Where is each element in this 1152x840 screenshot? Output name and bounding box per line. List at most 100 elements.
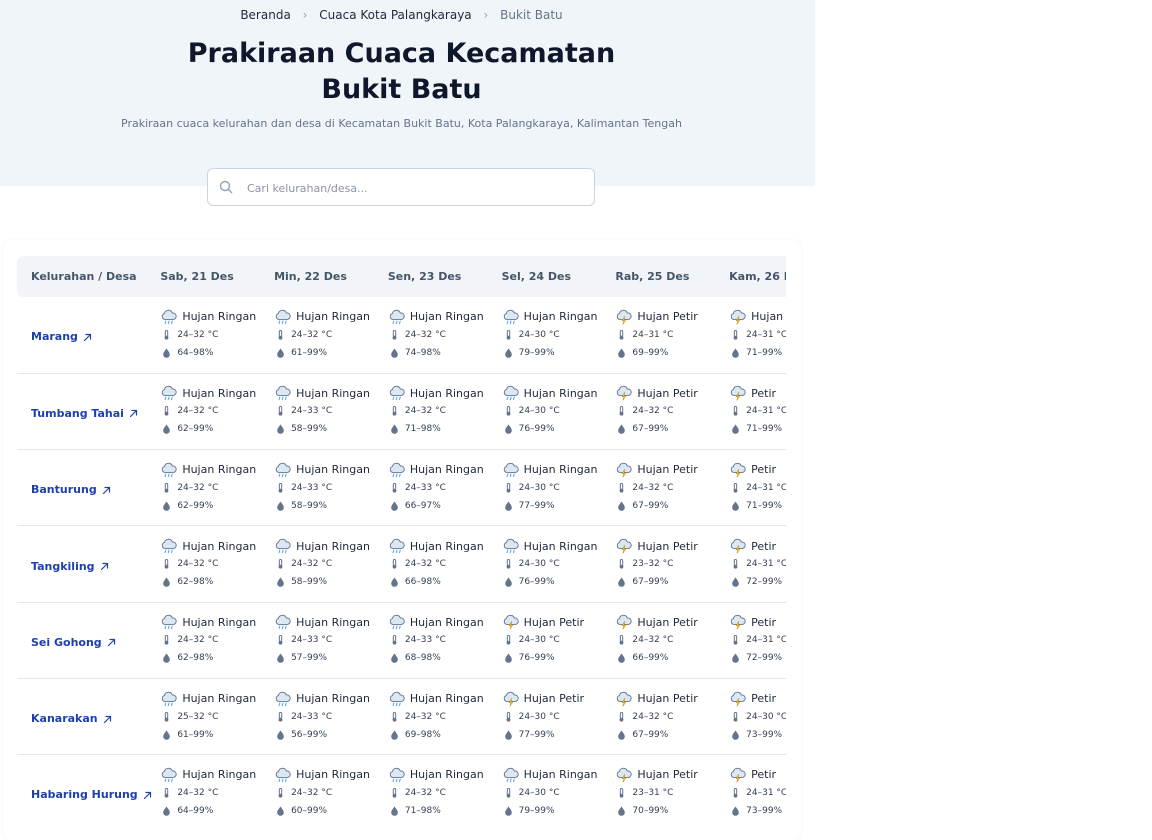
rain-cloud-icon bbox=[274, 538, 292, 554]
humidity-range: 71–98% bbox=[404, 424, 441, 435]
temperature-range: 23–32 °C bbox=[632, 559, 674, 570]
condition-label: Hujan Ringan bbox=[409, 768, 484, 782]
humidity-range: 74–98% bbox=[404, 347, 441, 358]
rain-cloud-icon bbox=[502, 767, 520, 783]
thermometer-icon bbox=[733, 329, 738, 340]
location-name: Tumbang Tahai bbox=[31, 406, 124, 420]
rain-cloud-icon bbox=[160, 691, 178, 707]
location-cell: Banturung bbox=[17, 450, 144, 526]
thermometer-icon bbox=[506, 635, 511, 645]
humidity-range: 62–99% bbox=[177, 424, 214, 435]
forecast-cell: Hujan Ringan 25–32 °C 61–99% bbox=[144, 678, 258, 754]
humidity-drop-icon bbox=[391, 348, 398, 358]
temperature-range: 24–31 °C bbox=[746, 329, 786, 340]
condition-label: Hujan Petir bbox=[523, 615, 585, 629]
forecast-cell: Petir 24–31 °C 71–99% bbox=[713, 373, 786, 449]
humidity-drop-icon bbox=[391, 730, 398, 740]
humidity-drop-icon bbox=[391, 806, 398, 816]
condition-label: Hujan Ringan bbox=[409, 310, 484, 324]
humidity-range: 66–97% bbox=[404, 500, 441, 511]
thunderstorm-icon bbox=[729, 614, 747, 630]
column-header-day: Min, 22 Des bbox=[274, 270, 347, 283]
temperature-range: 24–30 °C bbox=[746, 711, 786, 722]
forecast-cell: Petir 24–31 °C 73–99% bbox=[713, 755, 786, 824]
location-link[interactable]: Tumbang Tahai bbox=[31, 407, 138, 420]
humidity-range: 62–99% bbox=[177, 500, 214, 511]
condition-label: Hujan Ringan bbox=[182, 463, 257, 477]
condition-label: Hujan Ringan bbox=[523, 310, 598, 324]
condition-label: Hujan Petir bbox=[637, 463, 698, 477]
condition-label: Hujan Ringan bbox=[409, 615, 484, 629]
rain-cloud-icon bbox=[160, 767, 178, 783]
rain-cloud-icon bbox=[388, 385, 406, 401]
table-row: Habaring Hurung Hujan Ringan 24–32 °C 64… bbox=[17, 755, 786, 824]
rain-cloud-icon bbox=[388, 767, 406, 783]
forecast-cell: Hujan Ringan 24–32 °C 61–99% bbox=[258, 297, 372, 373]
rain-cloud-icon bbox=[388, 614, 406, 630]
location-link[interactable]: Banturung bbox=[31, 483, 111, 496]
forecast-table-scroll[interactable]: Kelurahan / Desa Sab, 21 Des Min, 22 Des… bbox=[17, 256, 786, 824]
thermometer-icon bbox=[733, 482, 738, 493]
forecast-cell: Hujan Petir 24–32 °C 67–99% bbox=[599, 678, 713, 754]
temperature-range: 24–30 °C bbox=[518, 406, 560, 417]
thermometer-icon bbox=[392, 329, 397, 340]
thunderstorm-icon bbox=[729, 385, 747, 401]
humidity-range: 67–99% bbox=[632, 500, 669, 511]
thunderstorm-icon bbox=[615, 614, 633, 630]
table-row: Sei Gohong Hujan Ringan 24–32 °C 62–98% bbox=[17, 602, 786, 679]
search-input[interactable] bbox=[245, 177, 579, 199]
forecast-cell: Hujan Ringan 24–32 °C 62–98% bbox=[144, 526, 258, 602]
temperature-range: 24–32 °C bbox=[404, 406, 446, 417]
thermometer-icon bbox=[278, 787, 283, 798]
location-link[interactable]: Tangkiling bbox=[31, 560, 109, 573]
external-link-arrow-icon bbox=[129, 410, 138, 418]
rain-cloud-icon bbox=[502, 538, 520, 554]
humidity-drop-icon bbox=[391, 653, 398, 664]
temperature-range: 24–32 °C bbox=[404, 329, 446, 340]
humidity-drop-icon bbox=[504, 730, 512, 740]
location-link[interactable]: Habaring Hurung bbox=[31, 788, 152, 801]
column-header-day: Sen, 23 Des bbox=[387, 270, 462, 283]
thunderstorm-icon bbox=[502, 691, 520, 707]
external-link-arrow-icon bbox=[143, 791, 151, 800]
condition-label: Hujan Ringan bbox=[523, 463, 598, 477]
thermometer-icon bbox=[619, 559, 624, 569]
forecast-cell: Hujan Ringan 24–32 °C 74–98% bbox=[372, 297, 486, 373]
location-link[interactable]: Kanarakan bbox=[31, 712, 112, 725]
humidity-drop-icon bbox=[504, 501, 512, 511]
humidity-range: 73–99% bbox=[746, 729, 783, 740]
thunderstorm-icon bbox=[729, 309, 747, 325]
breadcrumb-home-link[interactable]: Beranda bbox=[240, 8, 290, 22]
temperature-range: 24–30 °C bbox=[518, 559, 560, 570]
location-name: Banturung bbox=[31, 483, 97, 497]
breadcrumb-parent-link[interactable]: Cuaca Kota Palangkaraya bbox=[319, 8, 471, 22]
forecast-cell: Hujan Ringan 24–32 °C 64–99% bbox=[144, 755, 258, 824]
humidity-drop-icon bbox=[618, 730, 626, 740]
table-row: Banturung Hujan Ringan 24–32 °C 62–99% H… bbox=[17, 450, 786, 526]
search-box bbox=[207, 168, 595, 206]
condition-label: Hujan Petir bbox=[637, 768, 698, 782]
location-cell: Tangkiling bbox=[17, 526, 144, 602]
humidity-drop-icon bbox=[277, 501, 284, 511]
forecast-cell: Hujan Ringan 24–32 °C 71–98% bbox=[372, 373, 486, 449]
location-link[interactable]: Marang bbox=[31, 330, 92, 343]
condition-label: Petir bbox=[751, 539, 777, 553]
thermometer-icon bbox=[506, 711, 511, 722]
thermometer-icon bbox=[506, 482, 511, 493]
humidity-drop-icon bbox=[618, 501, 626, 511]
thermometer-icon bbox=[506, 329, 511, 340]
condition-label: Hujan Ringan bbox=[182, 615, 257, 629]
location-link[interactable]: Sei Gohong bbox=[31, 636, 116, 649]
humidity-range: 77–99% bbox=[518, 500, 555, 511]
humidity-range: 58–99% bbox=[291, 424, 328, 435]
table-header-row: Kelurahan / Desa Sab, 21 Des Min, 22 Des… bbox=[17, 256, 786, 297]
condition-label: Hujan Ringan bbox=[182, 310, 257, 324]
temperature-range: 24–31 °C bbox=[632, 329, 674, 340]
thermometer-icon bbox=[278, 559, 283, 569]
thermometer-icon bbox=[164, 787, 169, 798]
humidity-drop-icon bbox=[504, 806, 512, 816]
humidity-drop-icon bbox=[618, 806, 626, 816]
temperature-range: 24–30 °C bbox=[518, 482, 560, 493]
location-cell: Tumbang Tahai bbox=[17, 373, 144, 449]
rain-cloud-icon bbox=[160, 309, 178, 325]
